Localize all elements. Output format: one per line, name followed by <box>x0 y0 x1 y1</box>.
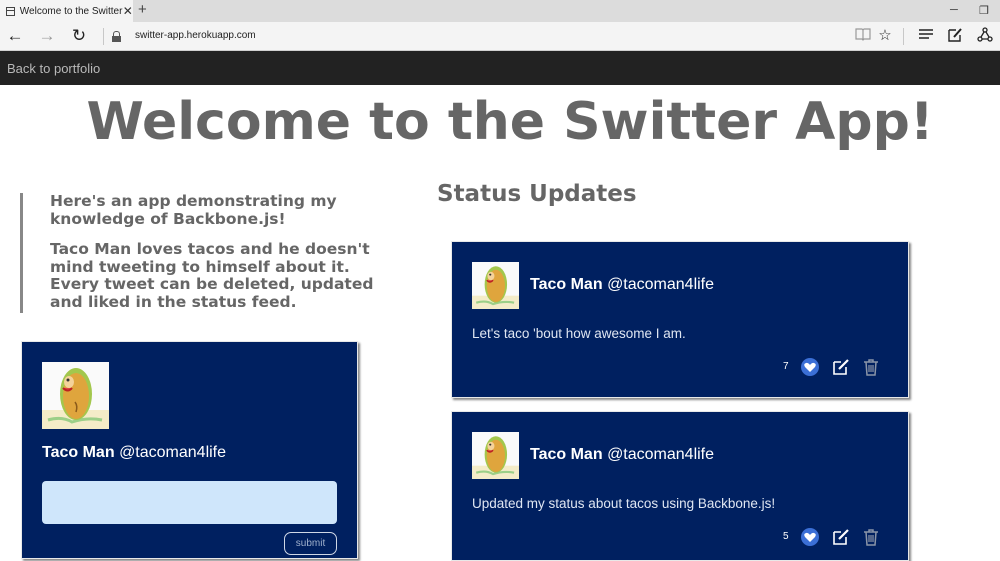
restore-icon[interactable]: ❐ <box>979 4 989 17</box>
edit-icon[interactable] <box>832 528 850 546</box>
intro-blockquote: Here's an app demonstrating my knowledge… <box>20 192 400 313</box>
taco-avatar-icon <box>42 368 109 429</box>
status-updates-heading: Status Updates <box>437 181 637 207</box>
status-text: Updated my status about tacos using Back… <box>472 496 776 511</box>
intro-text: Here's an app demonstrating my knowledge… <box>50 192 337 228</box>
web-note-icon[interactable] <box>946 27 964 45</box>
submit-button[interactable]: submit <box>284 532 337 555</box>
reading-view-icon[interactable] <box>854 27 872 45</box>
like-count: 5 <box>783 531 789 542</box>
new-tab-icon[interactable]: + <box>138 1 147 18</box>
browser-tab[interactable]: Welcome to the Switter ✕ <box>0 0 133 22</box>
divider <box>103 28 104 45</box>
status-text: Let's taco 'bout how awesome I am. <box>472 326 686 341</box>
heart-icon[interactable] <box>801 528 819 546</box>
heart-icon[interactable] <box>801 358 819 376</box>
lock-icon <box>112 31 121 42</box>
like-count: 7 <box>783 361 789 372</box>
trash-icon[interactable] <box>862 528 880 546</box>
avatar <box>472 432 519 479</box>
tab-title: Welcome to the Switter <box>19 5 123 17</box>
site-navbar: Back to portfolio <box>0 51 1000 85</box>
minimize-icon[interactable]: ─ <box>950 4 958 16</box>
page-title: Welcome to the Switter App! <box>86 92 934 152</box>
status-card: Taco Man @tacoman4life Updated my status… <box>451 411 909 561</box>
share-icon[interactable] <box>976 27 994 45</box>
back-icon[interactable]: ← <box>5 26 25 46</box>
taco-avatar-icon <box>472 436 519 479</box>
favorite-star-icon[interactable]: ☆ <box>876 27 894 45</box>
edit-icon[interactable] <box>832 358 850 376</box>
divider <box>903 28 904 45</box>
avatar <box>472 262 519 309</box>
user-name: Taco Man @tacoman4life <box>42 444 227 461</box>
status-card: Taco Man @tacoman4life Let's taco 'bout … <box>451 241 909 398</box>
hub-icon[interactable] <box>917 27 935 45</box>
browser-tab-bar: Welcome to the Switter ✕ + ─ ❐ <box>0 0 1000 22</box>
intro-text: Taco Man loves tacos and he doesn't mind… <box>50 240 374 311</box>
user-name: Taco Man @tacoman4life <box>530 446 715 463</box>
url-field[interactable]: switter-app.herokuapp.com <box>135 30 256 41</box>
avatar <box>42 362 109 429</box>
compose-card: Taco Man @tacoman4life submit <box>21 341 358 559</box>
tab-page-icon <box>6 6 15 16</box>
address-bar: ← → ↻ switter-app.herokuapp.com ☆ <box>0 22 1000 51</box>
forward-icon[interactable]: → <box>37 26 57 46</box>
close-icon[interactable]: ✕ <box>122 4 133 18</box>
user-name: Taco Man @tacoman4life <box>530 276 715 293</box>
back-to-portfolio-link[interactable]: Back to portfolio <box>7 61 100 76</box>
status-input[interactable] <box>42 481 337 524</box>
taco-avatar-icon <box>472 266 519 309</box>
trash-icon[interactable] <box>862 358 880 376</box>
refresh-icon[interactable]: ↻ <box>69 26 89 46</box>
